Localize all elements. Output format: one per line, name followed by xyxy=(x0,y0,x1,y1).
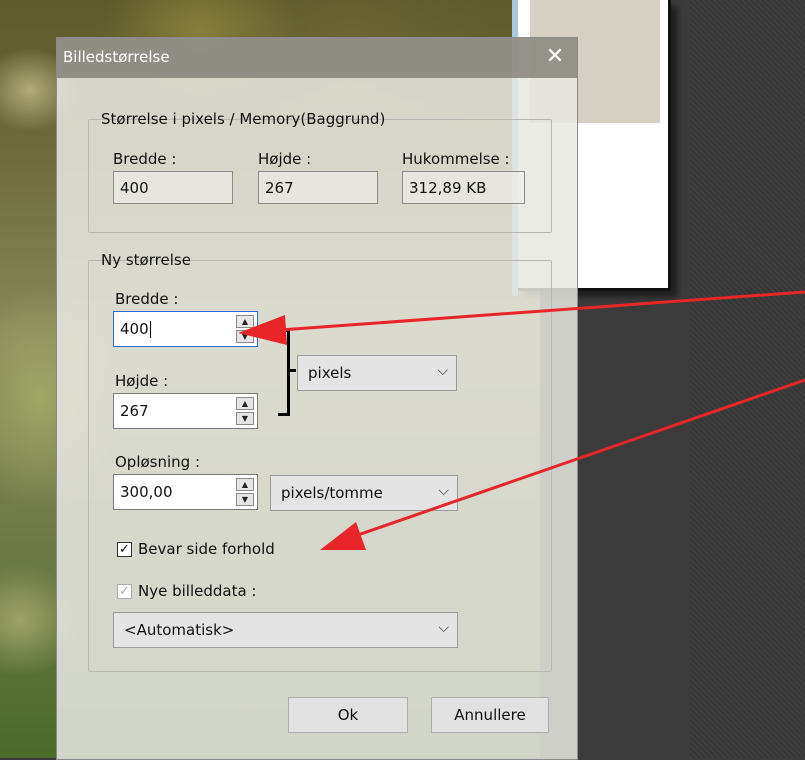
annotation-arrows xyxy=(238,290,805,550)
annotation-arrow-width xyxy=(238,290,805,345)
annotation-arrow-keep-ratio xyxy=(320,378,805,550)
